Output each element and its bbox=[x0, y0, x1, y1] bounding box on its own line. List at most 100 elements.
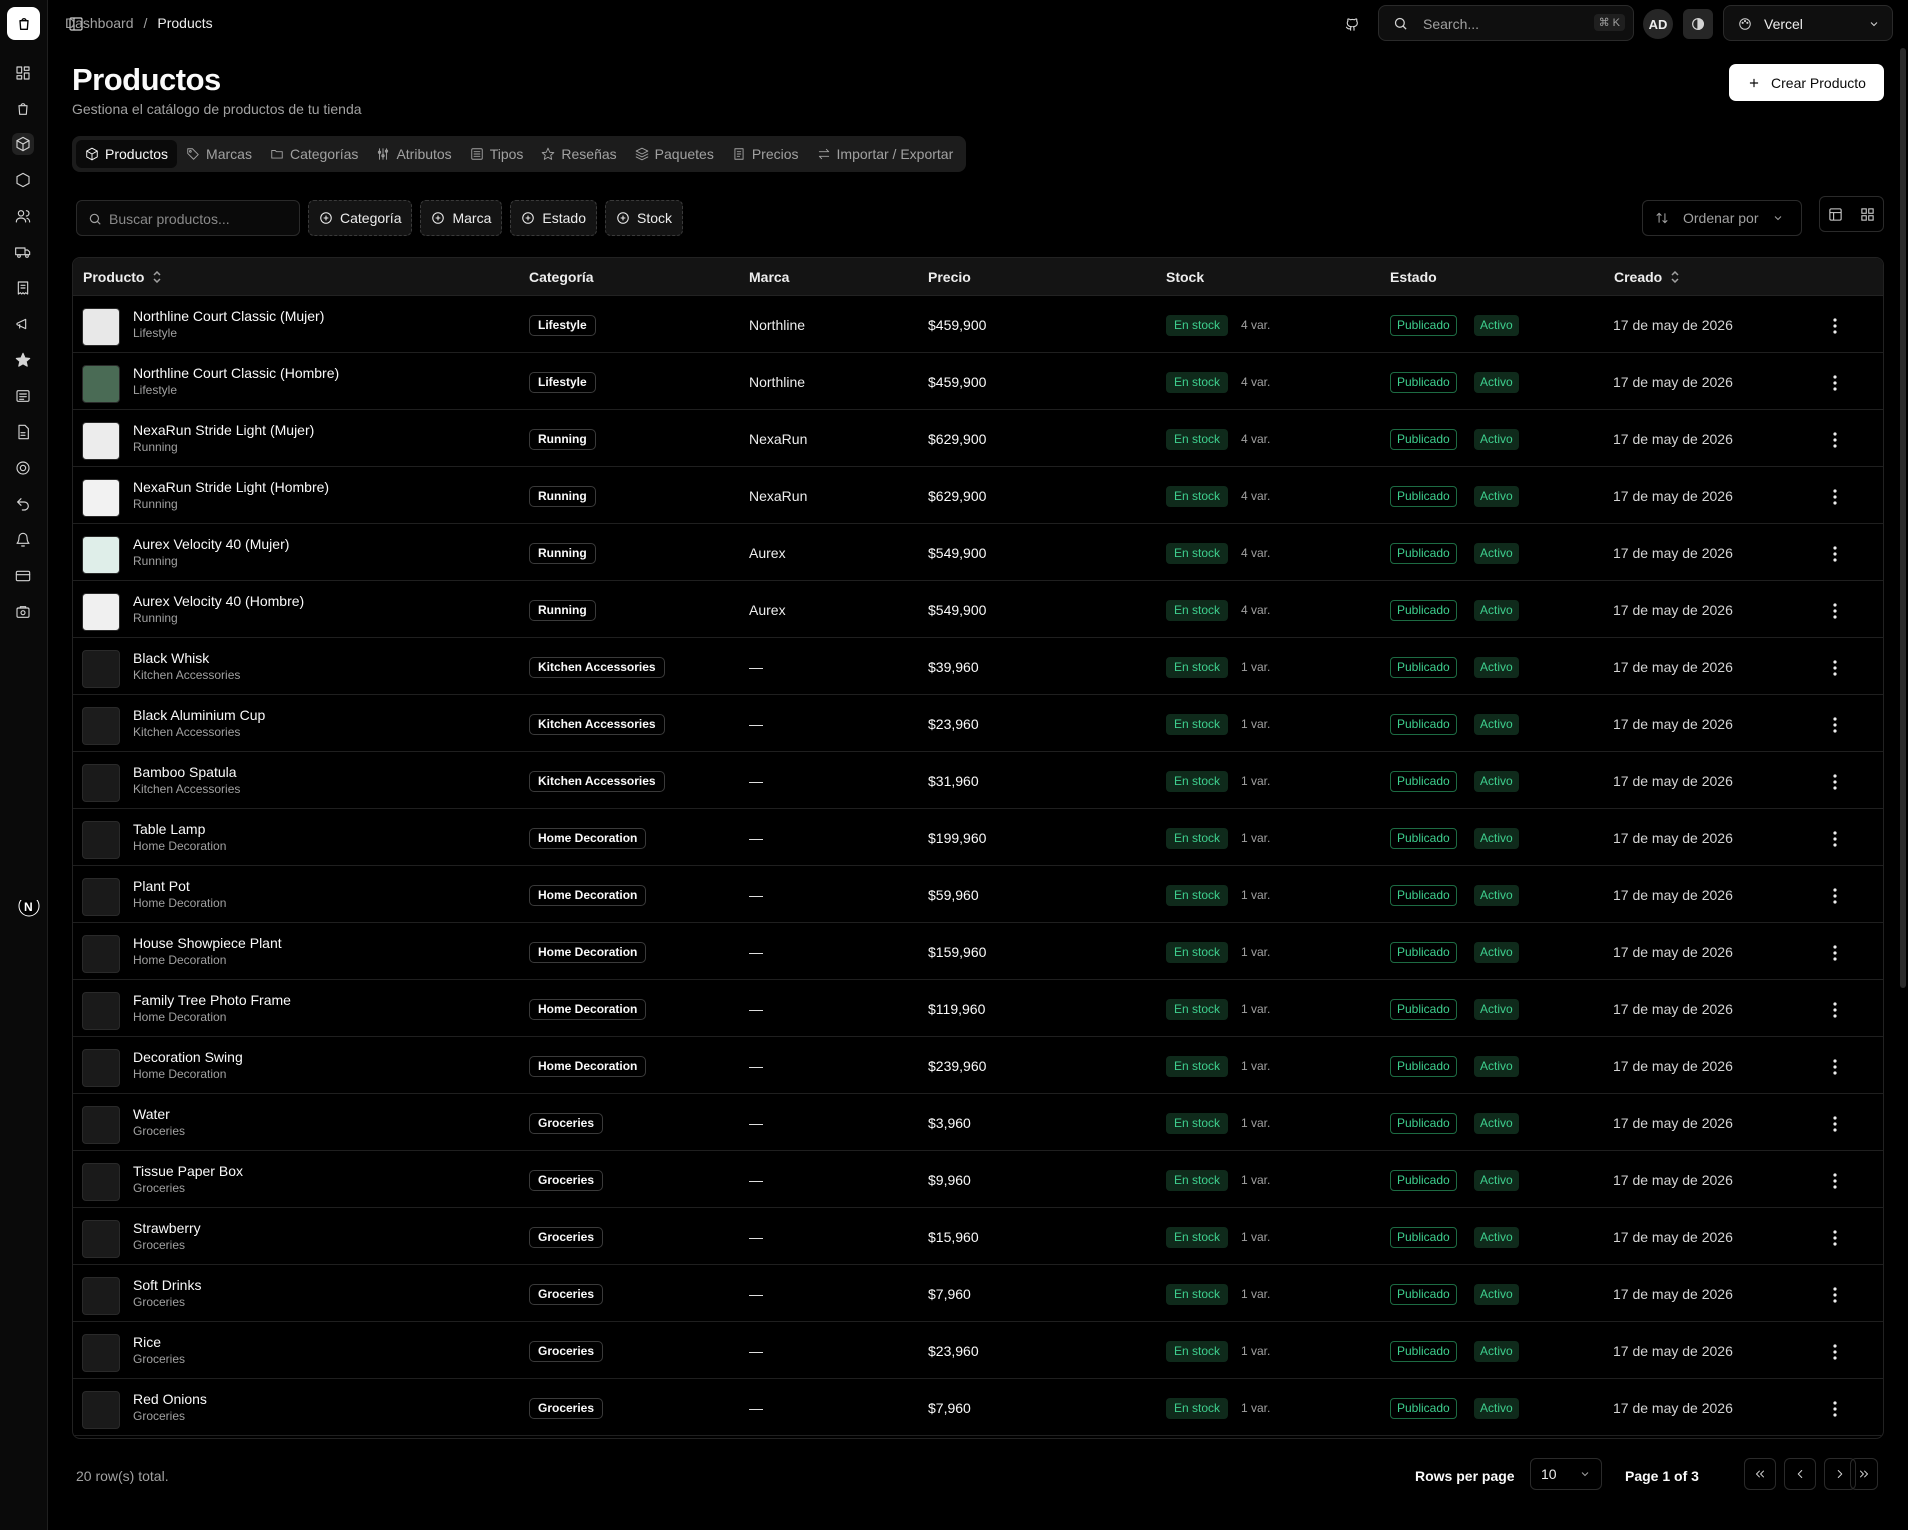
row-actions-menu-icon[interactable] bbox=[1823, 542, 1847, 566]
tab-categorías[interactable]: Categorías bbox=[261, 140, 367, 168]
prev-page-button[interactable] bbox=[1784, 1458, 1816, 1490]
tab-atributos[interactable]: Atributos bbox=[367, 140, 460, 168]
shipping-icon[interactable] bbox=[12, 241, 34, 263]
page-scrollbar[interactable] bbox=[1900, 48, 1906, 988]
row-actions-menu-icon[interactable] bbox=[1823, 884, 1847, 908]
row-actions-menu-icon[interactable] bbox=[1823, 1112, 1847, 1136]
product-name[interactable]: Table Lamp bbox=[133, 821, 205, 837]
product-name[interactable]: Northline Court Classic (Hombre) bbox=[133, 365, 339, 381]
product-name[interactable]: NexaRun Stride Light (Mujer) bbox=[133, 422, 314, 438]
row-actions-menu-icon[interactable] bbox=[1823, 827, 1847, 851]
table-row[interactable]: Family Tree Photo Frame Home Decoration Ho… bbox=[73, 980, 1883, 1037]
tab-reseñas[interactable]: Reseñas bbox=[532, 140, 625, 168]
row-actions-menu-icon[interactable] bbox=[1823, 998, 1847, 1022]
product-name[interactable]: Plant Pot bbox=[133, 878, 190, 894]
row-actions-menu-icon[interactable] bbox=[1823, 941, 1847, 965]
product-name[interactable]: Strawberry bbox=[133, 1220, 201, 1236]
notifications-icon[interactable] bbox=[12, 529, 34, 551]
table-row[interactable]: Black Aluminium Cup Kitchen Accessories Ki… bbox=[73, 695, 1883, 752]
tab-precios[interactable]: Precios bbox=[723, 140, 808, 168]
product-name[interactable]: Rice bbox=[133, 1334, 161, 1350]
store-logo-icon[interactable] bbox=[7, 7, 40, 40]
returns-icon[interactable] bbox=[12, 493, 34, 515]
product-name[interactable]: Bamboo Spatula bbox=[133, 764, 237, 780]
breadcrumb-dashboard[interactable]: Dashboard bbox=[65, 15, 134, 31]
row-actions-menu-icon[interactable] bbox=[1823, 1055, 1847, 1079]
product-name[interactable]: NexaRun Stride Light (Hombre) bbox=[133, 479, 329, 495]
theme-toggle-icon[interactable] bbox=[1683, 9, 1713, 39]
tab-productos[interactable]: Productos bbox=[76, 140, 178, 168]
row-actions-menu-icon[interactable] bbox=[1823, 1397, 1847, 1421]
product-name[interactable]: Aurex Velocity 40 (Hombre) bbox=[133, 593, 304, 609]
row-actions-menu-icon[interactable] bbox=[1823, 1340, 1847, 1364]
team-switcher[interactable]: Vercel bbox=[1723, 5, 1893, 41]
user-avatar[interactable]: AD bbox=[1643, 9, 1673, 39]
filter-categoria-button[interactable]: Categoría bbox=[308, 200, 413, 236]
row-actions-menu-icon[interactable] bbox=[1823, 1169, 1847, 1193]
product-name[interactable]: Water bbox=[133, 1106, 170, 1122]
tab-paquetes[interactable]: Paquetes bbox=[626, 140, 723, 168]
tab-tipos[interactable]: Tipos bbox=[461, 140, 533, 168]
table-row[interactable]: Red Onions Groceries Groceries — $7,960 En st… bbox=[73, 1379, 1883, 1436]
product-name[interactable]: Black Whisk bbox=[133, 650, 209, 666]
support-icon[interactable] bbox=[12, 457, 34, 479]
product-name[interactable]: Soft Drinks bbox=[133, 1277, 201, 1293]
search-bar[interactable]: Search... ⌘ K bbox=[1378, 5, 1634, 41]
product-name[interactable]: Black Aluminium Cup bbox=[133, 707, 265, 723]
table-row[interactable]: Plant Pot Home Decoration Home Decoration —… bbox=[73, 866, 1883, 923]
create-product-button[interactable]: Crear Producto bbox=[1729, 64, 1884, 101]
settings-icon[interactable] bbox=[12, 601, 34, 623]
sort-select[interactable]: Ordenar por bbox=[1642, 200, 1802, 236]
filter-stock-button[interactable]: Stock bbox=[604, 200, 683, 236]
table-row[interactable]: Decoration Swing Home Decoration Home Deco… bbox=[73, 1037, 1883, 1094]
table-row[interactable]: Tissue Paper Box Groceries Groceries — $9,96… bbox=[73, 1151, 1883, 1208]
orders-icon[interactable] bbox=[12, 98, 34, 120]
table-view-icon[interactable] bbox=[1820, 197, 1852, 231]
row-actions-menu-icon[interactable] bbox=[1823, 770, 1847, 794]
dashboard-icon[interactable] bbox=[12, 62, 34, 84]
row-actions-menu-icon[interactable] bbox=[1823, 428, 1847, 452]
table-row[interactable]: NexaRun Stride Light (Hombre) Running Runn… bbox=[73, 467, 1883, 524]
first-page-button[interactable] bbox=[1744, 1458, 1776, 1490]
filter-estado-button[interactable]: Estado bbox=[510, 200, 597, 236]
row-actions-menu-icon[interactable] bbox=[1823, 599, 1847, 623]
grid-view-icon[interactable] bbox=[1852, 197, 1884, 231]
product-name[interactable]: Northline Court Classic (Mujer) bbox=[133, 308, 324, 324]
row-actions-menu-icon[interactable] bbox=[1823, 1226, 1847, 1250]
table-row[interactable]: Aurex Velocity 40 (Mujer) Running Running A… bbox=[73, 524, 1883, 581]
product-name[interactable]: Family Tree Photo Frame bbox=[133, 992, 291, 1008]
product-name[interactable]: Decoration Swing bbox=[133, 1049, 243, 1065]
row-actions-menu-icon[interactable] bbox=[1823, 314, 1847, 338]
product-search-input[interactable]: Buscar productos... bbox=[76, 200, 300, 236]
last-page-button[interactable] bbox=[1850, 1458, 1878, 1490]
tab-marcas[interactable]: Marcas bbox=[177, 140, 261, 168]
content-icon[interactable] bbox=[12, 385, 34, 407]
invoices-icon[interactable] bbox=[12, 277, 34, 299]
table-row[interactable]: NexaRun Stride Light (Mujer) Running Runni… bbox=[73, 410, 1883, 467]
column-created[interactable]: Creado bbox=[1614, 269, 1680, 285]
table-row[interactable]: Black Whisk Kitchen Accessories Kitchen Ac… bbox=[73, 638, 1883, 695]
table-row[interactable]: Northline Court Classic (Mujer) Lifestyle… bbox=[73, 296, 1883, 353]
filter-marca-button[interactable]: Marca bbox=[420, 200, 503, 236]
reviews-icon[interactable] bbox=[12, 349, 34, 371]
table-row[interactable]: Bamboo Spatula Kitchen Accessories Kitchen… bbox=[73, 752, 1883, 809]
floating-dev-badge-icon[interactable]: N bbox=[8, 895, 46, 940]
table-row[interactable]: Aurex Velocity 40 (Hombre) Running Running… bbox=[73, 581, 1883, 638]
table-row[interactable]: Water Groceries Groceries — $3,960 En stock 1 … bbox=[73, 1094, 1883, 1151]
column-product[interactable]: Producto bbox=[83, 269, 162, 285]
rows-per-page-select[interactable]: 10 bbox=[1530, 1458, 1602, 1490]
row-actions-menu-icon[interactable] bbox=[1823, 485, 1847, 509]
product-name[interactable]: Aurex Velocity 40 (Mujer) bbox=[133, 536, 289, 552]
tab-importar-exportar[interactable]: Importar / Exportar bbox=[808, 140, 963, 168]
payments-icon[interactable] bbox=[12, 565, 34, 587]
inventory-icon[interactable] bbox=[12, 169, 34, 191]
row-actions-menu-icon[interactable] bbox=[1823, 713, 1847, 737]
table-row[interactable]: House Showpiece Plant Home Decoration Home… bbox=[73, 923, 1883, 980]
products-icon[interactable] bbox=[12, 133, 34, 155]
table-row[interactable]: Rice Groceries Groceries — $23,960 En stock 1 … bbox=[73, 1322, 1883, 1379]
table-row[interactable]: Strawberry Groceries Groceries — $15,960 En s… bbox=[73, 1208, 1883, 1265]
table-row[interactable]: Soft Drinks Groceries Groceries — $7,960 En s… bbox=[73, 1265, 1883, 1322]
table-row[interactable]: Table Lamp Home Decoration Home Decoration… bbox=[73, 809, 1883, 866]
product-name[interactable]: Red Onions bbox=[133, 1391, 207, 1407]
customers-icon[interactable] bbox=[12, 205, 34, 227]
